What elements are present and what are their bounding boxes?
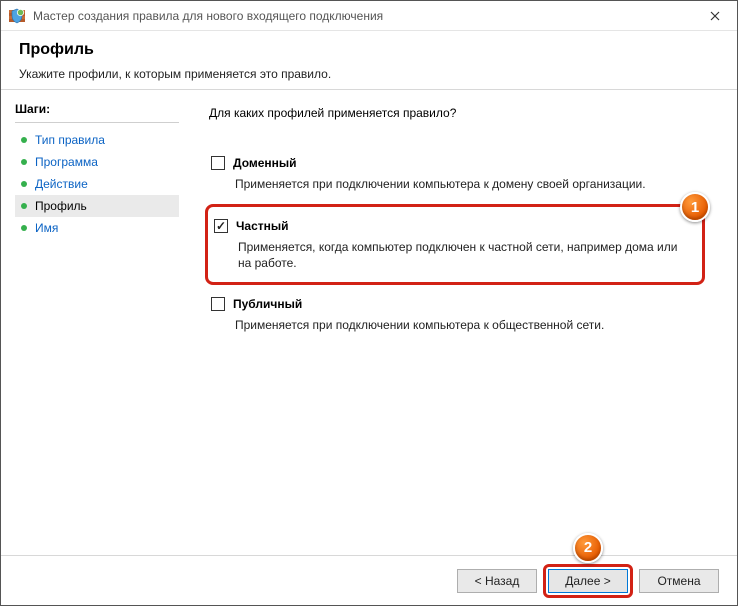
wizard-footer: < Назад 2 Далее > Отмена <box>1 555 737 605</box>
highlight-private-option: 1 ✓ Частный Применяется, когда компьютер… <box>205 204 705 284</box>
step-label: Действие <box>35 177 88 191</box>
option-domain-desc: Применяется при подключении компьютера к… <box>235 176 697 192</box>
step-label: Программа <box>35 155 98 169</box>
page-title: Профиль <box>19 41 719 59</box>
step-label: Имя <box>35 221 58 235</box>
step-program[interactable]: Программа <box>15 151 179 173</box>
bullet-icon <box>21 225 27 231</box>
bullet-icon <box>21 181 27 187</box>
checkbox-domain[interactable] <box>211 156 225 170</box>
option-private-desc: Применяется, когда компьютер подключен к… <box>238 239 684 271</box>
highlight-next-button: 2 Далее > <box>543 564 633 598</box>
bullet-icon <box>21 159 27 165</box>
step-name[interactable]: Имя <box>15 217 179 239</box>
callout-badge-2: 2 <box>573 533 603 563</box>
bullet-icon <box>21 137 27 143</box>
close-button[interactable] <box>692 1 737 31</box>
wizard-main: Для каких профилей применяется правило? … <box>189 90 737 555</box>
next-button[interactable]: Далее > <box>548 569 628 593</box>
page-subtitle: Укажите профили, к которым применяется э… <box>19 67 719 81</box>
step-action[interactable]: Действие <box>15 173 179 195</box>
checkbox-public[interactable] <box>211 297 225 311</box>
option-private: ✓ Частный Применяется, когда компьютер п… <box>212 213 692 273</box>
firewall-icon <box>9 8 25 24</box>
checkbox-private[interactable]: ✓ <box>214 219 228 233</box>
step-label: Тип правила <box>35 133 105 147</box>
step-rule-type[interactable]: Тип правила <box>15 129 179 151</box>
back-button[interactable]: < Назад <box>457 569 537 593</box>
steps-sidebar: Шаги: Тип правила Программа Действие Про… <box>1 90 189 555</box>
wizard-body: Шаги: Тип правила Программа Действие Про… <box>1 90 737 555</box>
bullet-icon <box>21 203 27 209</box>
callout-badge-1: 1 <box>680 192 710 222</box>
profile-options: Доменный Применяется при подключении ком… <box>209 144 711 349</box>
step-label: Профиль <box>35 199 87 213</box>
wizard-window: Мастер создания правила для нового входя… <box>0 0 738 606</box>
option-public: Публичный Применяется при подключении ко… <box>209 291 705 343</box>
window-title: Мастер создания правила для нового входя… <box>33 9 692 23</box>
step-profile[interactable]: Профиль <box>15 195 179 217</box>
option-domain-label: Доменный <box>233 156 297 170</box>
option-private-label: Частный <box>236 219 289 233</box>
cancel-button[interactable]: Отмена <box>639 569 719 593</box>
titlebar: Мастер создания правила для нового входя… <box>1 1 737 31</box>
option-public-desc: Применяется при подключении компьютера к… <box>235 317 697 333</box>
option-public-label: Публичный <box>233 297 302 311</box>
profile-question: Для каких профилей применяется правило? <box>209 106 711 120</box>
option-domain: Доменный Применяется при подключении ком… <box>209 150 705 202</box>
steps-heading: Шаги: <box>15 98 179 123</box>
wizard-header: Профиль Укажите профили, к которым приме… <box>1 31 737 90</box>
